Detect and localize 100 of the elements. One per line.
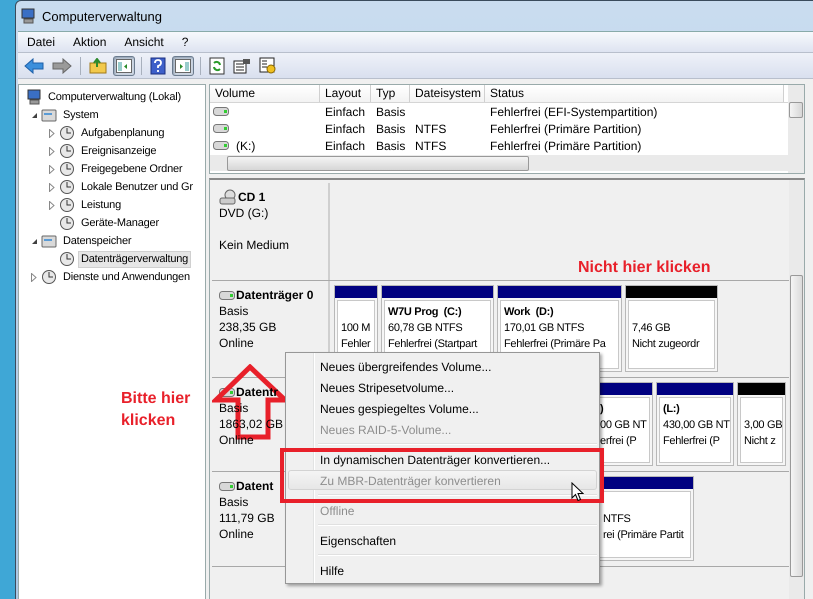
- table-cell: NTFS: [415, 122, 446, 136]
- tree-item[interactable]: Ereignisanzeige: [78, 142, 160, 160]
- partition-title: W7U Prog (C:): [388, 305, 462, 320]
- column-header[interactable]: Status: [485, 85, 784, 102]
- partition-size: NTFS: [603, 512, 632, 527]
- menu-item[interactable]: Datei: [18, 33, 64, 51]
- partition-title: ): [600, 402, 604, 417]
- collapsed-triangle-icon[interactable]: [49, 182, 55, 192]
- menu-item[interactable]: Eigenschaften: [288, 530, 597, 550]
- vertical-scrollbar[interactable]: [788, 85, 804, 173]
- partition-status: Fehlerfrei (P: [663, 434, 721, 449]
- column-header[interactable]: Dateisystem: [410, 85, 485, 102]
- partition-status: rei (Primäre Partit: [603, 528, 685, 543]
- refresh-icon[interactable]: [209, 56, 225, 74]
- disk-status: Online: [219, 432, 254, 448]
- tree-item[interactable]: System: [60, 106, 102, 124]
- menu-item[interactable]: Neues Stripesetvolume...: [288, 377, 597, 397]
- drive-icon: [219, 290, 235, 300]
- help-icon[interactable]: [150, 56, 166, 74]
- collapsed-triangle-icon[interactable]: [49, 164, 55, 174]
- forward-arrow-icon[interactable]: [52, 58, 72, 74]
- tree-item[interactable]: Leistung: [78, 196, 124, 214]
- tree-item[interactable]: Datenträgerverwaltung: [78, 250, 192, 268]
- disk-status: Online: [219, 526, 254, 542]
- back-arrow-icon[interactable]: [24, 58, 44, 74]
- column-header[interactable]: Volume: [210, 85, 320, 102]
- annotation-text: Bitte hier klicken: [121, 389, 192, 431]
- partition-block[interactable]: 3,00 GB Nicht z: [737, 382, 786, 466]
- table-cell: Basis: [376, 122, 406, 136]
- drive-icon: [213, 141, 229, 150]
- table-cell: Fehlerfrei (Primäre Partition): [490, 122, 642, 136]
- disk-type: Basis: [219, 303, 248, 319]
- console-tree-toggle[interactable]: [113, 56, 135, 76]
- partition-title: (L:): [663, 402, 681, 417]
- menu-item[interactable]: In dynamischen Datenträger konvertieren...: [288, 449, 597, 469]
- folder-up-icon[interactable]: [89, 58, 107, 74]
- menu-item[interactable]: Hilfe: [288, 560, 597, 580]
- partition-status: Fehler: [341, 337, 372, 352]
- table-cell: Einfach: [325, 138, 366, 152]
- tree-item[interactable]: Datenspeicher: [60, 232, 134, 250]
- partition-header-bar: [738, 383, 785, 395]
- table-cell: NTFS: [415, 138, 446, 152]
- partition-size: 7,46 GB: [632, 321, 672, 336]
- disk-type: DVD (G:): [219, 205, 268, 221]
- menu-item[interactable]: Aktion: [64, 33, 116, 51]
- partition-status: Fehlerfrei (Startpart: [388, 337, 478, 352]
- tree-item[interactable]: Aufgabenplanung: [78, 124, 168, 142]
- column-header[interactable]: Layout: [320, 85, 371, 102]
- disk-status: Kein Medium: [219, 237, 290, 253]
- partition-size: 170,01 GB NTFS: [504, 321, 586, 336]
- drive-icon: [213, 124, 229, 133]
- tree-item[interactable]: Geräte-Manager: [78, 214, 162, 232]
- disk-type: Basis: [219, 494, 248, 510]
- disk-name: CD 1: [238, 189, 266, 205]
- collapsed-triangle-icon[interactable]: [49, 200, 55, 210]
- partition-status: Nicht z: [744, 434, 777, 449]
- partition-block[interactable]: 7,46 GB Nicht zugeordr: [625, 285, 718, 372]
- collapsed-triangle-icon[interactable]: [49, 128, 55, 138]
- partition-size: 3,00 GB: [744, 418, 781, 433]
- partition-header-bar: [335, 286, 377, 298]
- tree-item[interactable]: Dienste und Anwendungen: [60, 268, 193, 286]
- tree-item[interactable]: Freigegebene Ordner: [78, 160, 186, 178]
- table-cell: Fehlerfrei (Primäre Partition): [490, 138, 642, 152]
- table-cell: Einfach: [325, 104, 366, 118]
- table-cell: Einfach: [325, 122, 366, 136]
- computer-icon: [26, 89, 42, 105]
- partition-status: erfrei (P: [600, 434, 638, 449]
- table-cell: Basis: [376, 104, 406, 118]
- partition-title: Work (D:): [504, 305, 554, 320]
- partition-block[interactable]: (L:) 430,00 GB NT Fehlerfrei (P: [656, 382, 734, 466]
- menu-item[interactable]: Neues gespiegeltes Volume...: [288, 398, 597, 418]
- expanded-triangle-icon[interactable]: [31, 112, 38, 118]
- collapsed-triangle-icon[interactable]: [31, 272, 37, 282]
- table-cell: Basis: [376, 138, 406, 152]
- tree-item[interactable]: Computerverwaltung (Lokal): [45, 88, 184, 106]
- expanded-triangle-icon[interactable]: [31, 238, 38, 244]
- partition-size: 60,78 GB NTFS: [388, 321, 464, 336]
- table-cell: (K:): [236, 138, 256, 152]
- action-pane-toggle[interactable]: [172, 56, 194, 76]
- disk-size: 238,35 GB: [219, 319, 276, 335]
- export-list-icon[interactable]: [259, 56, 277, 74]
- drive-icon: [213, 107, 229, 116]
- menu-item[interactable]: ?: [172, 33, 198, 51]
- disk-status: Online: [219, 335, 254, 351]
- menu-item[interactable]: Ansicht: [115, 33, 173, 51]
- partition-size: 430,00 GB NT: [663, 418, 729, 433]
- partition-status: Nicht zugeordr: [632, 337, 700, 352]
- disk-size: 111,79 GB: [219, 510, 275, 526]
- properties-icon[interactable]: [233, 58, 251, 74]
- drive-icon: [219, 482, 235, 490]
- vertical-scrollbar[interactable]: [789, 180, 804, 599]
- disk-name: Datenträger 0: [236, 287, 314, 303]
- horizontal-scrollbar[interactable]: [210, 155, 788, 171]
- partition-status: Fehlerfrei (Primäre Pa: [504, 337, 607, 352]
- tree-item[interactable]: Lokale Benutzer und Gr: [78, 178, 196, 196]
- table-cell: Fehlerfrei (EFI-Systempartition): [490, 104, 658, 118]
- column-header[interactable]: Typ: [371, 85, 410, 102]
- computer-icon: [20, 8, 36, 24]
- annotation-text: Nicht hier klicken: [578, 258, 710, 278]
- collapsed-triangle-icon[interactable]: [49, 146, 55, 156]
